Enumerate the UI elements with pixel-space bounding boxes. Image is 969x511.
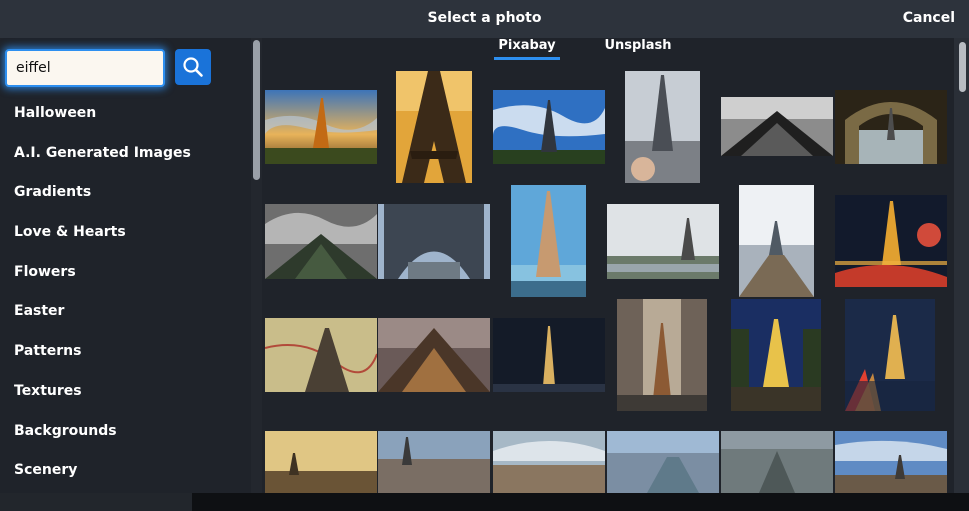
category-item-textures[interactable]: Textures: [0, 375, 248, 415]
photo-thumbnail[interactable]: [493, 90, 605, 164]
photo-thumbnail[interactable]: [835, 90, 947, 164]
photo-thumbnail[interactable]: [265, 204, 377, 279]
photo-thumbnail[interactable]: [493, 431, 605, 493]
photo-thumbnail[interactable]: [617, 299, 707, 411]
category-sidebar: Halloween A.I. Generated Images Gradient…: [0, 38, 262, 493]
category-item-easter[interactable]: Easter: [0, 295, 248, 335]
photo-thumbnail[interactable]: [739, 185, 814, 297]
photo-thumbnail[interactable]: [265, 318, 377, 392]
photo-thumbnail[interactable]: [378, 204, 490, 279]
photo-thumbnail[interactable]: [721, 97, 833, 156]
photo-thumbnail[interactable]: [607, 204, 719, 279]
search-icon: [183, 57, 203, 77]
category-item-backgrounds[interactable]: Backgrounds: [0, 415, 248, 455]
category-item-patterns[interactable]: Patterns: [0, 335, 248, 375]
photo-grid-scrollbar[interactable]: [954, 38, 969, 493]
category-item-gradients[interactable]: Gradients: [0, 176, 248, 216]
category-item-halloween[interactable]: Halloween: [0, 97, 248, 137]
search-button[interactable]: [175, 49, 211, 85]
category-list: Halloween A.I. Generated Images Gradient…: [0, 97, 248, 493]
photo-thumbnail[interactable]: [721, 431, 833, 493]
category-item-ai-generated[interactable]: A.I. Generated Images: [0, 137, 248, 177]
photo-thumbnail[interactable]: [607, 431, 719, 493]
photo-thumbnail[interactable]: [625, 71, 700, 183]
photo-thumbnail[interactable]: [396, 71, 472, 183]
bottom-bar-segment: [0, 493, 192, 511]
photo-thumbnail[interactable]: [835, 431, 947, 493]
photo-thumbnail[interactable]: [511, 185, 586, 297]
bottom-bar: [0, 493, 969, 511]
photo-thumbnail[interactable]: [265, 90, 377, 164]
category-item-scenery[interactable]: Scenery: [0, 454, 248, 493]
photo-thumbnail[interactable]: [378, 318, 490, 392]
dialog-header: Select a photo Cancel: [0, 0, 969, 38]
photo-thumbnail[interactable]: [731, 299, 821, 411]
photo-thumbnail[interactable]: [845, 299, 935, 411]
source-tabs: Pixabay Unsplash: [262, 38, 952, 62]
photo-browser: Pixabay Unsplash: [262, 38, 969, 493]
tab-unsplash[interactable]: Unsplash: [602, 38, 674, 60]
photo-thumbnail[interactable]: [835, 195, 947, 287]
category-item-flowers[interactable]: Flowers: [0, 256, 248, 296]
dialog-title: Select a photo: [427, 10, 542, 26]
tab-pixabay[interactable]: Pixabay: [494, 38, 560, 60]
photo-thumbnail[interactable]: [265, 431, 377, 493]
photo-grid-scrollbar-thumb[interactable]: [959, 42, 966, 92]
search-input[interactable]: [5, 49, 165, 87]
cancel-button[interactable]: Cancel: [903, 0, 955, 38]
photo-thumbnail[interactable]: [493, 318, 605, 392]
category-item-love-hearts[interactable]: Love & Hearts: [0, 216, 248, 256]
photo-thumbnail[interactable]: [378, 431, 490, 493]
sidebar-scrollbar-thumb[interactable]: [253, 40, 260, 180]
